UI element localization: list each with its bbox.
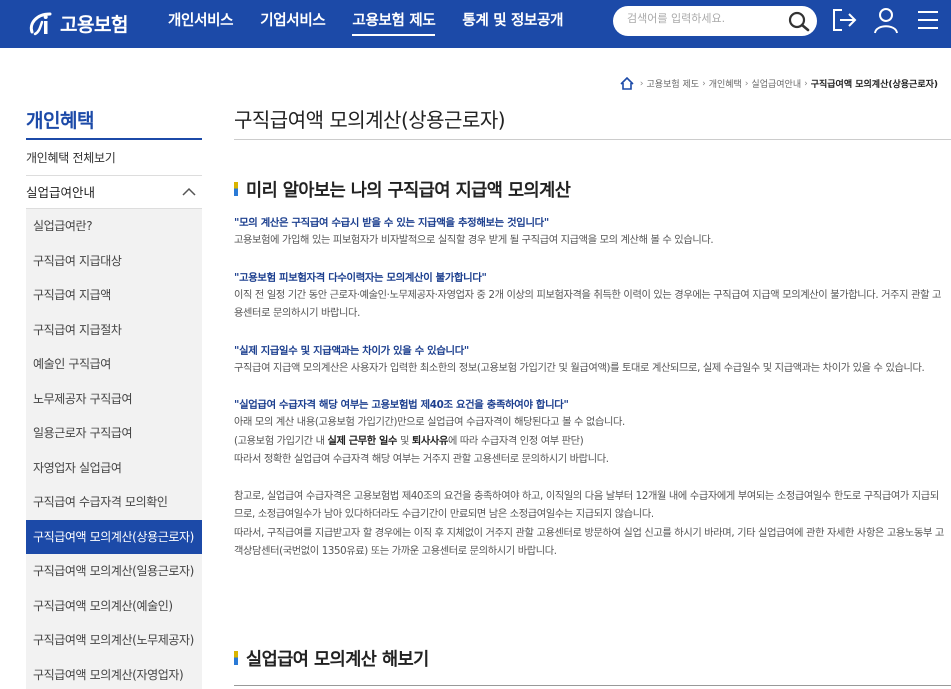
notice-text-segment: 및: [397, 435, 412, 447]
notice-item: "모의 계산은 구직급여 수급시 받을 수 있는 지급액을 추정해보는 것입니다…: [234, 214, 944, 251]
sidebar-group-label: 실업급여안내: [26, 184, 96, 200]
sidebar-group-unemployment[interactable]: 실업급여안내: [26, 176, 202, 209]
reference-note: 참고로, 실업급여 수급자격은 고용보험법 제40조의 요건을 충족하여야 하고…: [234, 488, 944, 562]
reference-text: 참고로, 실업급여 수급자격은 고용보험법 제40조의 요건을 충족하여야 하고…: [234, 490, 939, 521]
section-marker: [234, 182, 238, 196]
breadcrumb-item[interactable]: 실업급여안내: [751, 77, 801, 90]
notice-item: "실업급여 수급자격 해당 여부는 고용보험법 제40조 요건을 충족하여야 합…: [234, 396, 944, 470]
logo[interactable]: 고용보험: [26, 8, 128, 38]
sidebar-item-calc-self-employed[interactable]: 구직급여액 모의계산(자영업자): [26, 658, 202, 689]
sidebar-item-labor-provider[interactable]: 노무제공자 구직급여: [26, 382, 202, 417]
sidebar-submenu: 실업급여란? 구직급여 지급대상 구직급여 지급액 구직급여 지급절차 예술인 …: [26, 209, 202, 689]
sidebar-item-what-is[interactable]: 실업급여란?: [26, 209, 202, 244]
nav-business-services[interactable]: 기업서비스: [260, 0, 326, 48]
breadcrumb-separator: ›: [702, 78, 706, 89]
sidebar-item-calc-artist[interactable]: 구직급여액 모의계산(예술인): [26, 589, 202, 624]
logout-icon[interactable]: [830, 6, 858, 34]
sidebar: 개인혜택 개인혜택 전체보기 실업급여안내 실업급여란? 구직급여 지급대상 구…: [26, 100, 202, 689]
nav-personal-services[interactable]: 개인서비스: [168, 0, 234, 48]
breadcrumb-current: 구직급여액 모의계산(상용근로자): [810, 80, 938, 90]
notice-list: "모의 계산은 구직급여 수급시 받을 수 있는 지급액을 추정해보는 것입니다…: [234, 214, 944, 580]
notice-line: 아래 모의 계산 내용(고용보험 가입기간)만으로 실업급여 수급자격이 해당된…: [234, 417, 625, 428]
sidebar-item-artist[interactable]: 예술인 구직급여: [26, 347, 202, 382]
notice-text: 이직 전 일정 기간 동안 근로자·예술인·노무제공자·자영업자 중 2개 이상…: [234, 289, 942, 320]
breadcrumb-item[interactable]: 고용보험 제도: [647, 77, 700, 90]
section-title: 미리 알아보는 나의 구직급여 지급액 모의계산: [234, 177, 571, 202]
notice-line: (고용보험 가입기간 내 실제 근무한 일수 및 퇴사사유에 따라 수급자격 인…: [234, 433, 944, 452]
notice-text: 고용보험에 가입해 있는 피보험자가 비자발적으로 실직할 경우 받게 될 구직…: [234, 235, 714, 246]
section-marker: [234, 651, 238, 665]
user-icon[interactable]: [872, 6, 900, 34]
breadcrumb-item[interactable]: 개인혜택: [709, 77, 742, 90]
search-icon[interactable]: [787, 10, 811, 32]
sidebar-item-daily-worker[interactable]: 일용근로자 구직급여: [26, 416, 202, 451]
main-nav: 개인서비스 기업서비스 고용보험 제도 통계 및 정보공개: [168, 0, 590, 48]
top-header: 고용보험 개인서비스 기업서비스 고용보험 제도 통계 및 정보공개: [0, 0, 951, 48]
breadcrumb-separator: ›: [639, 78, 644, 89]
notice-heading: "실업급여 수급자격 해당 여부는 고용보험법 제40조 요건을 충족하여야 합…: [234, 399, 569, 411]
notice-emphasis: 실제 근무한 일수: [327, 435, 398, 447]
nav-statistics[interactable]: 통계 및 정보공개: [462, 0, 563, 48]
breadcrumb-separator: ›: [744, 78, 749, 89]
section-title: 실업급여 모의계산 해보기: [234, 646, 429, 671]
sidebar-item-calc-daily[interactable]: 구직급여액 모의계산(일용근로자): [26, 554, 202, 589]
notice-text-segment: 에 따라 수급자격 인정 여부 판단): [447, 435, 584, 447]
menu-icon[interactable]: [914, 6, 942, 34]
nav-insurance-system[interactable]: 고용보험 제도: [352, 3, 436, 36]
notice-text: 구직급여 지급액 모의계산은 사용자가 입력한 최소한의 정보(고용보험 가입기…: [234, 362, 925, 374]
page-title: 구직급여액 모의계산(상용근로자): [234, 100, 951, 140]
logo-text: 고용보험: [60, 13, 128, 36]
logo-icon: [29, 12, 52, 36]
sidebar-item-calc-labor-provider[interactable]: 구직급여액 모의계산(노무제공자): [26, 623, 202, 658]
notice-emphasis: 퇴사사유: [411, 435, 448, 447]
sidebar-item-self-employed[interactable]: 자영업자 실업급여: [26, 451, 202, 486]
notice-line: 따라서 정확한 실업급여 수급자격 해당 여부는 거주지 관할 고용센터로 문의…: [234, 454, 609, 465]
search-input[interactable]: [627, 12, 777, 25]
notice-heading: "고용보험 피보험자격 다수이력자는 모의계산이 불가합니다": [234, 271, 487, 284]
notice-item: "실제 지급일수 및 지급액과는 차이가 있을 수 있습니다" 구직급여 지급액…: [234, 342, 944, 379]
notice-item: "고용보험 피보험자격 다수이력자는 모의계산이 불가합니다" 이직 전 일정 …: [234, 269, 944, 324]
notice-text: 아래 모의 계산 내용(고용보험 가입기간)만으로 실업급여 수급자격이 해당된…: [234, 414, 944, 470]
search-box: [613, 6, 817, 36]
chevron-up-icon: [182, 187, 196, 196]
sidebar-item-calc-regular[interactable]: 구직급여액 모의계산(상용근로자): [26, 519, 202, 554]
sidebar-item-procedure[interactable]: 구직급여 지급절차: [26, 313, 202, 348]
sidebar-all-link[interactable]: 개인혜택 전체보기: [26, 140, 202, 176]
section-title-text: 미리 알아보는 나의 구직급여 지급액 모의계산: [246, 181, 571, 201]
notice-text-segment: (고용보험 가입기간 내: [234, 435, 328, 447]
sidebar-item-eligibility[interactable]: 구직급여 지급대상: [26, 244, 202, 279]
home-icon[interactable]: [620, 77, 634, 90]
sidebar-item-amount[interactable]: 구직급여 지급액: [26, 278, 202, 313]
notice-heading: "실제 지급일수 및 지급액과는 차이가 있을 수 있습니다": [234, 344, 469, 357]
reference-text: 따라서, 구직급여를 지급받고자 할 경우에는 이직 후 지체없이 거주지 관할…: [234, 527, 944, 558]
breadcrumb-separator: ›: [804, 78, 808, 89]
breadcrumb: › 고용보험 제도 › 개인혜택 › 실업급여안내 › 구직급여액 모의계산(상…: [620, 77, 938, 90]
divider: [234, 685, 951, 686]
sidebar-title: 개인혜택: [26, 100, 202, 140]
sidebar-item-eligibility-check[interactable]: 구직급여 수급자격 모의확인: [26, 485, 202, 520]
main-content: 구직급여액 모의계산(상용근로자) 미리 알아보는 나의 구직급여 지급액 모의…: [234, 100, 951, 686]
notice-heading: "모의 계산은 구직급여 수급시 받을 수 있는 지급액을 추정해보는 것입니다…: [234, 217, 549, 229]
section-title-text: 실업급여 모의계산 해보기: [246, 650, 429, 670]
